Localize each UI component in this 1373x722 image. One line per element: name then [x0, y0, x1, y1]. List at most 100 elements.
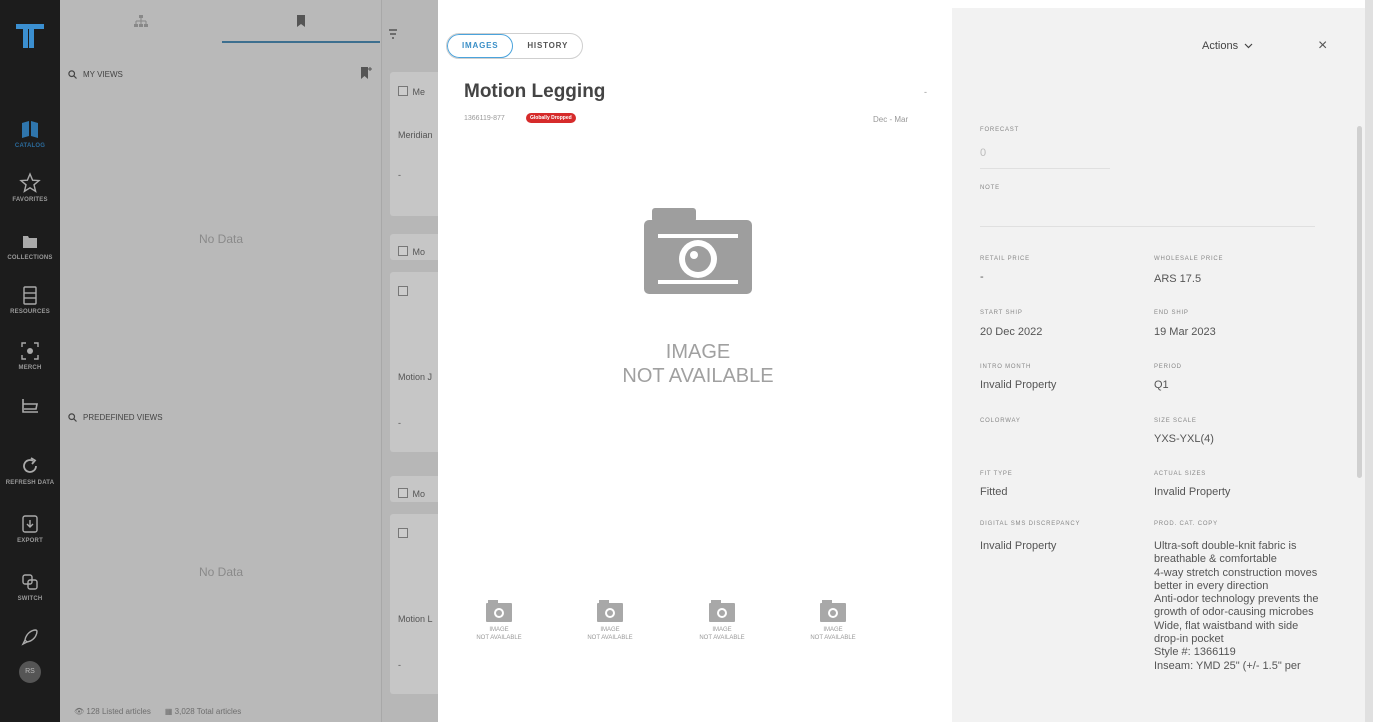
size-scale-label: SIZE SCALE — [1154, 418, 1197, 424]
close-button[interactable]: × — [1318, 37, 1327, 55]
views-tabs — [60, 0, 381, 43]
image-history-toggle: IMAGES HISTORY — [446, 33, 584, 59]
search-icon[interactable] — [68, 413, 77, 422]
prod-cat-copy-value: Ultra-soft double-knit fabric is breatha… — [1154, 540, 1319, 672]
thumbnail[interactable]: IMAGE NOT AVAILABLE — [459, 600, 539, 642]
nav-collections[interactable]: COLLECTIONS — [0, 230, 60, 261]
articles-footer: 👁 128 Listed articles ▦ 3,028 Total arti… — [60, 700, 438, 722]
nav-favorites-label: FAVORITES — [12, 197, 48, 203]
catalog-icon — [22, 121, 38, 138]
search-icon[interactable] — [68, 70, 77, 79]
hierarchy-icon[interactable] — [134, 14, 148, 28]
card-checkbox[interactable] — [398, 85, 408, 96]
card-title: Mo — [412, 489, 425, 499]
nav-refresh-data[interactable]: REFRESH DATA — [0, 455, 60, 486]
nav-resources-label: RESOURCES — [10, 309, 50, 315]
nav-merch[interactable]: MERCH — [0, 340, 60, 371]
total-articles-count: ▦ 3,028 Total articles — [164, 706, 242, 716]
fit-type-value: Fitted — [980, 486, 1008, 498]
nav-merch-label: MERCH — [18, 365, 42, 371]
active-tab-underline — [222, 41, 380, 43]
article-details-panel: Actions × FORECAST 0 NOTE RETAIL PRICE -… — [952, 8, 1365, 722]
views-panel: MY VIEWS No Data PREDEFINED VIEWS No Dat… — [60, 0, 382, 722]
note-input[interactable] — [980, 226, 1315, 227]
nav-export-label: EXPORT — [17, 538, 43, 544]
article-header-dash: - — [924, 87, 927, 97]
details-scrollbar[interactable] — [1357, 126, 1362, 478]
prod-cat-copy-label: PROD. CAT. COPY — [1154, 521, 1218, 527]
refresh-icon — [23, 457, 37, 473]
nav-refresh-data-label: REFRESH DATA — [5, 480, 55, 486]
thumbnail[interactable]: IMAGE NOT AVAILABLE — [682, 600, 762, 642]
thumbnail[interactable]: IMAGE NOT AVAILABLE — [793, 600, 873, 642]
star-icon — [19, 172, 41, 193]
thumbnail-caption: IMAGE NOT AVAILABLE — [476, 627, 522, 641]
thumbnail-caption: IMAGE NOT AVAILABLE — [810, 627, 856, 641]
brand-logo — [16, 24, 44, 48]
end-ship-label: END SHIP — [1154, 310, 1189, 316]
launch-button[interactable] — [0, 626, 60, 648]
actions-dropdown[interactable]: Actions — [1202, 40, 1253, 52]
article-season: Dec - Mar — [873, 115, 909, 124]
forecast-input[interactable]: 0 — [980, 147, 986, 159]
card-checkbox[interactable] — [398, 527, 408, 538]
background-app: MY VIEWS No Data PREDEFINED VIEWS No Dat… — [60, 0, 450, 722]
chevron-down-icon — [1244, 43, 1253, 49]
period-label: PERIOD — [1154, 364, 1182, 370]
intro-month-value: Invalid Property — [980, 379, 1057, 391]
predefined-views-header: PREDEFINED VIEWS — [68, 413, 163, 422]
main-image-placeholder[interactable]: IMAGE NOT AVAILABLE — [588, 208, 808, 388]
nav-switch-label: SWITCH — [17, 596, 43, 602]
add-bookmark-icon[interactable] — [360, 66, 372, 80]
camera-icon — [597, 600, 623, 622]
card-title: Mo — [412, 247, 425, 257]
modal-top-edge — [438, 0, 1373, 8]
camera-icon — [644, 208, 752, 294]
nav-favorites[interactable]: FAVORITES — [0, 172, 60, 203]
camera-icon — [486, 600, 512, 622]
card-checkbox[interactable] — [398, 487, 408, 498]
modal-right-edge — [1365, 0, 1373, 722]
note-label: NOTE — [980, 185, 1000, 191]
card-title: Me — [412, 87, 425, 97]
predefined-views-empty: No Data — [198, 565, 244, 579]
retail-price-value: - — [980, 271, 984, 283]
folder-icon — [23, 236, 37, 248]
cart-button[interactable] — [0, 395, 60, 417]
nav-resources[interactable]: RESOURCES — [0, 284, 60, 315]
article-sku: 1366119-877 — [464, 115, 505, 122]
actions-label: Actions — [1202, 40, 1239, 52]
camera-icon — [709, 600, 735, 622]
my-views-title: MY VIEWS — [83, 70, 123, 79]
nav-export[interactable]: EXPORT — [0, 513, 60, 544]
image-not-available-text: IMAGE NOT AVAILABLE — [622, 341, 774, 387]
fit-type-label: FIT TYPE — [980, 471, 1013, 477]
card-checkbox[interactable] — [398, 245, 408, 256]
colorway-label: COLORWAY — [980, 418, 1021, 424]
digital-sms-label: DIGITAL SMS DISCREPANCY — [980, 521, 1081, 527]
nav-switch[interactable]: SWITCH — [0, 571, 60, 602]
period-value: Q1 — [1154, 379, 1169, 391]
bookmark-icon[interactable] — [294, 14, 308, 28]
export-icon — [22, 515, 38, 533]
filter-icon[interactable] — [388, 28, 398, 40]
nav-rail: CATALOG FAVORITES COLLECTIONS RESOURCES … — [0, 0, 60, 722]
intro-month-label: INTRO MONTH — [980, 364, 1032, 370]
thumbnail[interactable]: IMAGE NOT AVAILABLE — [570, 600, 650, 642]
start-ship-label: START SHIP — [980, 310, 1023, 316]
user-avatar[interactable]: RS — [19, 661, 41, 683]
card-checkbox[interactable] — [398, 285, 408, 296]
retail-price-label: RETAIL PRICE — [980, 256, 1030, 262]
forecast-divider — [980, 168, 1110, 169]
size-scale-value: YXS-YXL(4) — [1154, 433, 1214, 445]
forecast-label: FORECAST — [980, 127, 1020, 133]
listed-articles-count: 👁 128 Listed articles — [74, 706, 151, 716]
resources-icon — [23, 286, 37, 305]
nav-catalog[interactable]: CATALOG — [0, 118, 60, 149]
tab-history[interactable]: HISTORY — [513, 34, 582, 58]
article-title: Motion Legging — [464, 81, 606, 102]
predefined-views-title: PREDEFINED VIEWS — [83, 413, 163, 422]
cart-icon — [22, 399, 38, 413]
rocket-icon — [21, 629, 38, 646]
tab-images[interactable]: IMAGES — [447, 34, 514, 58]
